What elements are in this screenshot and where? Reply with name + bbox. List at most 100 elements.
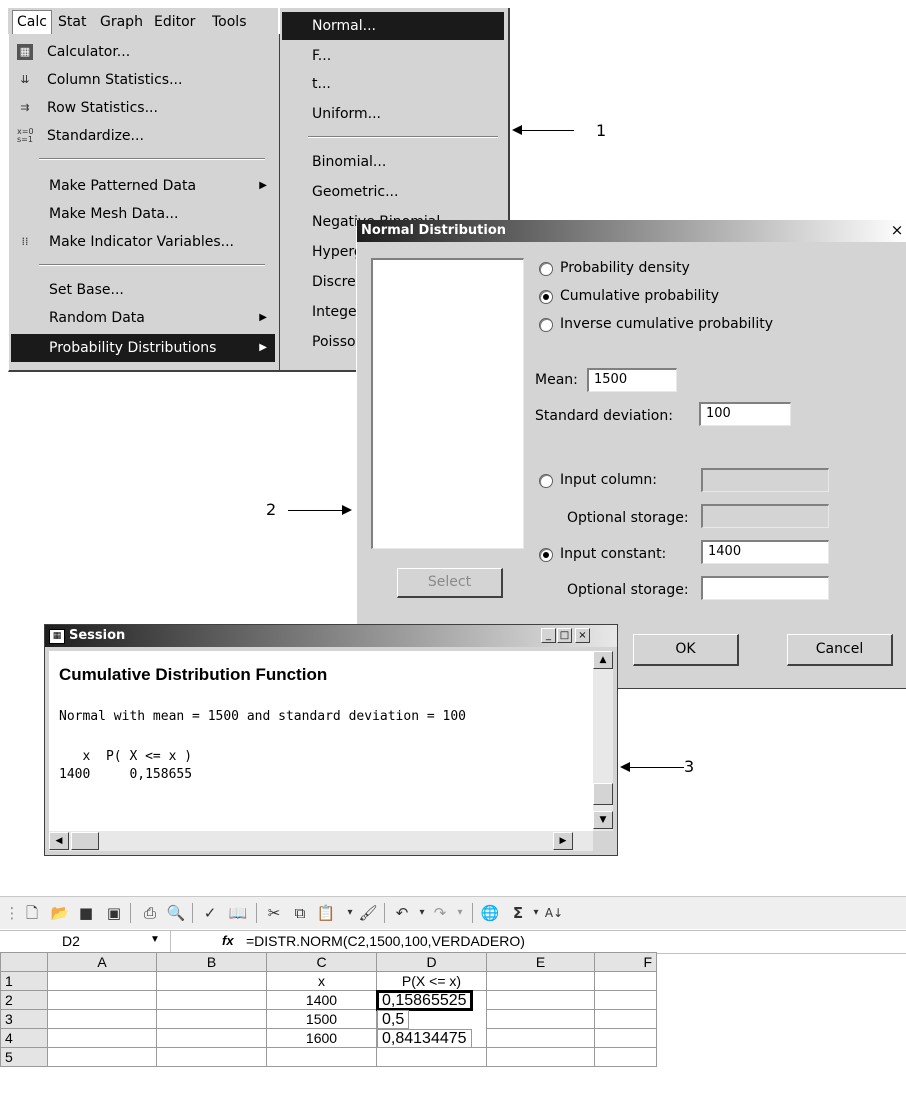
probability-density-radio[interactable] — [539, 262, 553, 276]
cut-icon[interactable]: ✂ — [264, 903, 284, 923]
submenu-item-f[interactable]: F... — [282, 42, 504, 70]
scroll-down-icon[interactable]: ▼ — [593, 811, 613, 829]
undo-dropdown-icon[interactable]: ▾ — [412, 903, 432, 923]
format-painter-icon[interactable]: 🖌 — [358, 903, 378, 923]
menu-item-set-base[interactable]: Set Base... — [11, 276, 275, 304]
horizontal-scrollbar[interactable]: ◀ ▶ — [49, 831, 593, 851]
print-preview-icon[interactable]: 🔍 — [166, 903, 186, 923]
submenu-item-normal[interactable]: Normal... — [282, 12, 504, 40]
submenu-item-t[interactable]: t... — [282, 70, 504, 98]
mean-input[interactable]: 1500 — [587, 368, 677, 392]
cell[interactable]: 1400 — [266, 990, 377, 1010]
name-box[interactable]: D2 ▼ — [0, 931, 171, 953]
cell[interactable] — [47, 1009, 157, 1029]
column-header-d[interactable]: D — [376, 952, 487, 972]
active-cell[interactable]: 0,15865525 — [376, 990, 473, 1011]
variables-list[interactable] — [371, 258, 524, 549]
cell[interactable]: 1500 — [266, 1009, 377, 1029]
paste-dropdown-icon[interactable]: ▾ — [340, 903, 360, 923]
inverse-cumulative-radio[interactable] — [539, 318, 553, 332]
menu-calc[interactable]: Calc — [12, 10, 52, 36]
save-icon[interactable]: ■ — [76, 903, 96, 923]
research-icon[interactable]: 📖 — [228, 903, 248, 923]
column-header-c[interactable]: C — [266, 952, 377, 972]
copy-icon[interactable]: ⧉ — [290, 903, 310, 923]
close-icon[interactable]: × — [889, 222, 905, 238]
sort-ascending-icon[interactable]: A↓ — [544, 903, 564, 923]
cell[interactable] — [594, 971, 657, 991]
new-icon[interactable]: 🗋 — [22, 903, 42, 923]
input-column-field[interactable] — [701, 468, 829, 492]
input-column-radio[interactable] — [539, 474, 553, 488]
submenu-item-uniform[interactable]: Uniform... — [282, 100, 504, 128]
function-icon[interactable]: fx — [222, 933, 234, 948]
print-icon[interactable]: ⎙ — [140, 903, 160, 923]
sd-input[interactable]: 100 — [699, 402, 791, 426]
cell[interactable] — [486, 971, 595, 991]
vertical-scrollbar[interactable]: ▲ ▼ — [593, 651, 613, 831]
cell[interactable] — [486, 990, 595, 1010]
cell[interactable]: x — [266, 971, 377, 991]
formula-input[interactable]: =DISTR.NORM(C2,1500,100,VERDADERO) — [246, 933, 525, 949]
optional-storage-field-1[interactable] — [701, 504, 829, 528]
undo-icon[interactable]: ↶ — [392, 903, 412, 923]
menu-item-probability-distributions[interactable]: Probability Distributions ▶ — [11, 334, 275, 362]
select-all-corner[interactable] — [0, 952, 48, 972]
select-button[interactable]: Select — [397, 568, 503, 598]
scroll-right-icon[interactable]: ▶ — [553, 832, 573, 850]
cancel-button[interactable]: Cancel — [787, 634, 893, 666]
cell[interactable] — [594, 1047, 657, 1067]
cumulative-probability-radio[interactable] — [539, 290, 553, 304]
input-constant-radio[interactable] — [539, 548, 553, 562]
cell[interactable] — [156, 1009, 267, 1029]
row-header[interactable]: 3 — [0, 1009, 48, 1029]
cell[interactable] — [156, 1047, 267, 1067]
hscroll-thumb[interactable] — [71, 832, 99, 850]
menu-item-random-data[interactable]: Random Data ▶ — [11, 304, 275, 332]
name-box-dropdown-icon[interactable]: ▼ — [150, 934, 160, 945]
cell[interactable] — [486, 1028, 595, 1048]
spelling-icon[interactable]: ✓ — [200, 903, 220, 923]
permission-icon[interactable]: ▣ — [104, 903, 124, 923]
redo-icon[interactable]: ↷ — [430, 903, 450, 923]
column-header-e[interactable]: E — [486, 952, 595, 972]
row-header[interactable]: 5 — [0, 1047, 48, 1067]
column-header-a[interactable]: A — [47, 952, 157, 972]
cell[interactable] — [47, 1028, 157, 1048]
hyperlink-icon[interactable]: 🌐 — [480, 903, 500, 923]
scroll-thumb[interactable] — [593, 783, 613, 805]
menu-editor[interactable]: Editor — [154, 14, 195, 30]
open-icon[interactable]: 📂 — [50, 903, 70, 923]
cell[interactable] — [47, 990, 157, 1010]
menu-stat[interactable]: Stat — [58, 14, 86, 30]
cell[interactable]: P(X <= x) — [376, 971, 487, 991]
optional-storage-field-2[interactable] — [701, 576, 829, 600]
menu-item-row-statistics[interactable]: ⇉ Row Statistics... — [11, 94, 275, 122]
row-header[interactable]: 1 — [0, 971, 48, 991]
autosum-dropdown-icon[interactable]: ▾ — [526, 903, 546, 923]
cell[interactable] — [266, 1047, 377, 1067]
menu-tools[interactable]: Tools — [212, 14, 247, 30]
cell[interactable] — [47, 971, 157, 991]
cell[interactable] — [156, 971, 267, 991]
redo-dropdown-icon[interactable]: ▾ — [450, 903, 470, 923]
cell[interactable]: 0,84134475 — [377, 1028, 472, 1048]
menu-item-calculator[interactable]: ▦ Calculator... — [11, 38, 275, 66]
menu-item-standardize[interactable]: x=0 s=1 Standardize... — [11, 122, 275, 150]
session-output[interactable]: Cumulative Distribution Function Normal … — [49, 651, 593, 831]
scroll-up-icon[interactable]: ▲ — [593, 651, 613, 669]
cell[interactable] — [47, 1047, 157, 1067]
close-icon[interactable]: × — [575, 628, 590, 643]
maximize-icon[interactable]: □ — [557, 628, 572, 643]
minimize-icon[interactable]: _ — [541, 628, 556, 643]
cell[interactable]: 0,5 — [377, 1009, 410, 1029]
menu-item-make-mesh-data[interactable]: Make Mesh Data... — [11, 200, 275, 228]
cell[interactable]: 1600 — [266, 1028, 377, 1048]
cell[interactable] — [376, 1047, 487, 1067]
cell[interactable] — [594, 1009, 657, 1029]
autosum-icon[interactable]: Σ — [508, 903, 528, 923]
column-header-f[interactable]: F — [594, 952, 657, 972]
row-header[interactable]: 2 — [0, 990, 48, 1010]
cell[interactable] — [594, 1028, 657, 1048]
menu-item-column-statistics[interactable]: ⇊ Column Statistics... — [11, 66, 275, 94]
